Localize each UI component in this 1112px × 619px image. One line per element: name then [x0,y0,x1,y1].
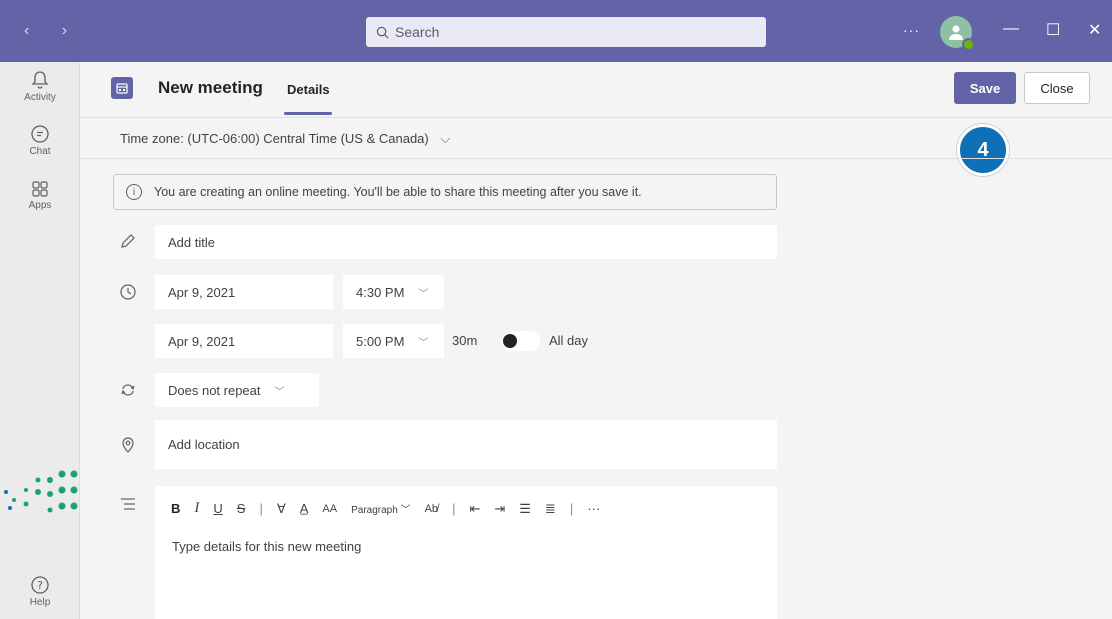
details-list-icon [121,498,135,510]
toolbar-divider: | [569,501,574,516]
end-time-field[interactable]: 5:00 PM ﹀ [343,324,444,358]
repeat-icon [121,384,135,396]
start-date: Apr 9, 2021 [168,284,236,300]
numbered-list-icon[interactable]: ≣ [545,501,556,517]
font-color-icon[interactable]: A̲ [300,501,309,516]
svg-text:?: ? [37,579,43,592]
decorative-dots [4,470,78,513]
info-banner: i You are creating an online meeting. Yo… [113,174,777,210]
italic-button[interactable]: I [194,500,199,517]
more-options-button[interactable]: ··· [903,22,920,38]
left-rail: Activity Chat Apps ? Help [0,62,80,619]
rail-label: Apps [28,200,52,211]
start-time-field[interactable]: 4:30 PM ﹀ [343,275,444,309]
rail-item-chat[interactable]: Chat [0,124,80,157]
apps-grid-icon [32,181,48,197]
nav-arrows[interactable]: ‹ › [24,22,81,40]
details-placeholder: Type details for this new meeting [172,539,362,554]
chevron-down-icon: ﹀ [418,337,429,349]
calendar-icon [111,77,133,99]
font-size-icon[interactable]: AA [322,503,337,515]
toggle-knob [503,334,517,348]
toolbar-divider: | [259,501,263,516]
rail-label: Chat [29,146,51,157]
format-toolbar: B I U S | ∀ A̲ AA Paragraph ﹀ Ab̸ | ⇤ ⇥ … [171,500,614,517]
help-icon: ? [31,576,49,594]
save-button[interactable]: Save [954,72,1016,104]
meeting-header: New meeting Details Save Close [80,62,1112,118]
end-date-field[interactable]: Apr 9, 2021 [155,324,333,358]
location-field[interactable]: Add location [155,420,777,469]
outdent-icon[interactable]: ⇤ [469,501,480,517]
status-dot [962,38,975,51]
avatar[interactable] [940,16,975,51]
maximize-button[interactable]: ☐ [1046,20,1060,40]
chat-icon [31,125,49,143]
rail-label: Help [29,597,51,608]
bell-icon [31,71,49,89]
repeat-value: Does not repeat [168,382,261,398]
paragraph-dropdown[interactable]: Paragraph ﹀ [351,501,410,516]
title-placeholder: Add title [168,234,215,250]
tab-details[interactable]: Details [287,82,330,97]
info-icon: i [126,184,142,200]
title-field[interactable]: Add title [155,225,777,259]
location-placeholder: Add location [168,437,240,452]
underline-button[interactable]: U [213,501,222,516]
chevron-down-icon: ﹀ [418,288,429,300]
clear-format-icon[interactable]: Ab̸ [425,503,438,515]
all-day-toggle[interactable] [502,331,540,351]
rail-label: Activity [24,92,56,103]
chevron-down-icon: ⌵ [440,131,451,146]
timezone-label: Time zone: (UTC-06:00) Central Time (US … [120,131,429,146]
end-date: Apr 9, 2021 [168,333,236,349]
rail-item-activity[interactable]: Activity [0,70,80,103]
details-editor[interactable]: B I U S | ∀ A̲ AA Paragraph ﹀ Ab̸ | ⇤ ⇥ … [155,486,777,619]
indent-icon[interactable]: ⇥ [494,501,505,517]
rail-item-help[interactable]: ? Help [0,575,80,608]
toolbar-divider: | [452,501,456,516]
location-icon [122,437,134,453]
repeat-dropdown[interactable]: Does not repeat ﹀ [155,373,319,407]
end-time: 5:00 PM [356,333,405,349]
window-close-button[interactable]: ✕ [1088,20,1101,40]
step-number-badge: 4 [957,124,1009,176]
all-day-label: All day [549,333,589,348]
timezone-selector[interactable]: Time zone: (UTC-06:00) Central Time (US … [120,131,450,147]
user-icon [949,25,963,40]
chevron-down-icon: ﹀ [274,386,285,398]
divider [80,158,1112,159]
bold-button[interactable]: B [171,501,180,516]
start-date-field[interactable]: Apr 9, 2021 [155,275,333,309]
minimize-button[interactable]: — [1003,20,1019,38]
rail-item-apps[interactable]: Apps [0,180,80,211]
active-tab-indicator [284,112,332,115]
bullet-list-icon[interactable]: ☰ [519,501,531,517]
start-time: 4:30 PM [356,284,405,300]
clock-icon [120,284,136,300]
close-button[interactable]: Close [1024,72,1090,104]
info-text: You are creating an online meeting. You'… [154,185,642,199]
duration-label: 30m [452,333,478,348]
pencil-icon [121,234,135,248]
page-title: New meeting [158,78,263,97]
paragraph-label: Paragraph [351,505,398,516]
highlight-icon[interactable]: ∀ [277,501,286,517]
more-format-button[interactable]: ··· [587,501,600,516]
strikethrough-button[interactable]: S [237,501,246,516]
